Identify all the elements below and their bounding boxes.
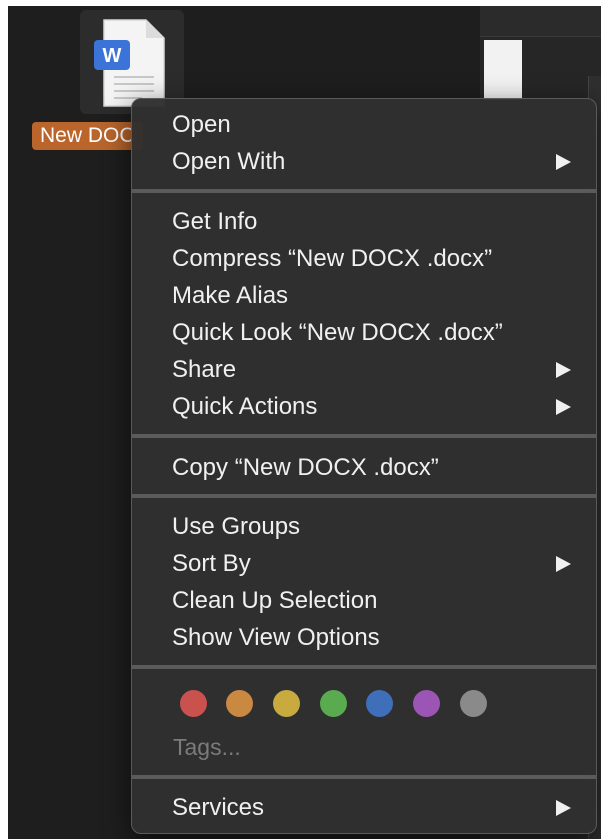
tags-field[interactable]: Tags... bbox=[173, 729, 241, 766]
menu-item-clean-up-selection[interactable]: Clean Up Selection bbox=[132, 582, 596, 619]
menu-item-label: Use Groups bbox=[172, 513, 301, 540]
menu-item-open[interactable]: Open bbox=[132, 106, 596, 143]
menu-separator bbox=[132, 189, 596, 193]
menu-item-label: Quick Actions bbox=[172, 393, 318, 420]
menu-item-label: Show View Options bbox=[172, 624, 380, 651]
menu-item-label: Clean Up Selection bbox=[172, 587, 378, 614]
menu-item-compress[interactable]: Compress “New DOCX .docx” bbox=[132, 240, 596, 277]
menu-item-label: Open bbox=[172, 111, 231, 138]
menu-item-quick-look[interactable]: Quick Look “New DOCX .docx” bbox=[132, 314, 596, 351]
menu-item-label: Get Info bbox=[172, 208, 258, 235]
menu-item-copy[interactable]: Copy “New DOCX .docx” bbox=[132, 449, 596, 486]
submenu-arrow-icon bbox=[556, 556, 571, 572]
menu-item-label: Copy “New DOCX .docx” bbox=[172, 454, 439, 481]
tag-gray-dot[interactable] bbox=[460, 690, 487, 717]
menu-item-label: Compress “New DOCX .docx” bbox=[172, 245, 493, 272]
submenu-arrow-icon bbox=[556, 399, 571, 415]
tag-purple-dot[interactable] bbox=[413, 690, 440, 717]
file-name-label[interactable]: New DOC bbox=[32, 122, 143, 150]
tag-red-dot[interactable] bbox=[180, 690, 207, 717]
word-badge-letter: W bbox=[103, 45, 122, 67]
word-document-icon[interactable]: W bbox=[94, 18, 170, 110]
menu-separator bbox=[132, 665, 596, 669]
menu-item-share[interactable]: Share bbox=[132, 351, 596, 388]
tag-blue-dot[interactable] bbox=[366, 690, 393, 717]
menu-item-sort-by[interactable]: Sort By bbox=[132, 545, 596, 582]
submenu-arrow-icon bbox=[556, 362, 571, 378]
menu-separator bbox=[132, 775, 596, 779]
menu-item-label: Open With bbox=[172, 148, 286, 175]
menu-item-services[interactable]: Services bbox=[132, 789, 596, 826]
tag-green-dot[interactable] bbox=[320, 690, 347, 717]
menu-item-label: Quick Look “New DOCX .docx” bbox=[172, 319, 503, 346]
tag-yellow-dot[interactable] bbox=[273, 690, 300, 717]
menu-item-open-with[interactable]: Open With bbox=[132, 143, 596, 180]
menu-item-get-info[interactable]: Get Info bbox=[132, 203, 596, 240]
menu-item-quick-actions[interactable]: Quick Actions bbox=[132, 388, 596, 425]
menu-item-use-groups[interactable]: Use Groups bbox=[132, 508, 596, 545]
menu-item-label: Sort By bbox=[172, 550, 251, 577]
menu-separator bbox=[132, 494, 596, 498]
menu-separator bbox=[132, 434, 596, 438]
menu-item-label: Services bbox=[172, 794, 265, 821]
menu-item-label: Make Alias bbox=[172, 282, 289, 309]
background-window-toolbar bbox=[480, 6, 601, 37]
menu-item-show-view-options[interactable]: Show View Options bbox=[132, 619, 596, 656]
submenu-arrow-icon bbox=[556, 800, 571, 816]
background-window-content bbox=[484, 40, 522, 100]
menu-item-make-alias[interactable]: Make Alias bbox=[132, 277, 596, 314]
tag-orange-dot[interactable] bbox=[226, 690, 253, 717]
submenu-arrow-icon bbox=[556, 154, 571, 170]
context-menu: Open Open With Get Info Compress “New DO… bbox=[131, 98, 597, 834]
menu-item-label: Share bbox=[172, 356, 237, 383]
